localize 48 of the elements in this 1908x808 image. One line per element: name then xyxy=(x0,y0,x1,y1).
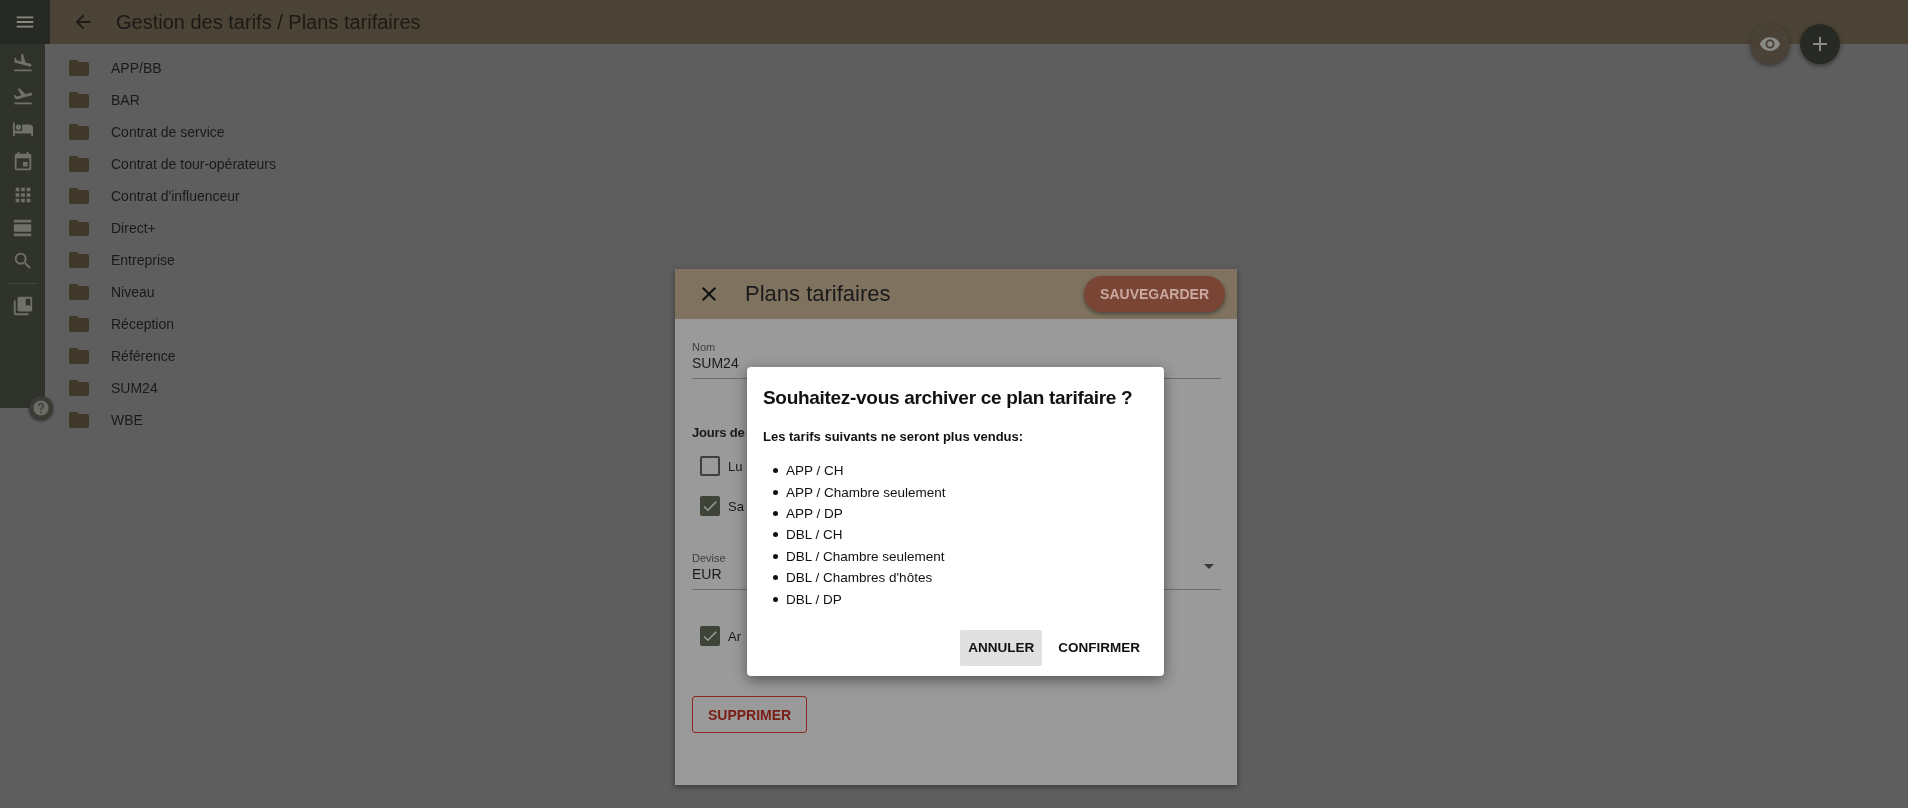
folder-name[interactable]: SUM24 xyxy=(111,380,158,396)
folder-name[interactable]: Contrat de service xyxy=(111,124,225,140)
section-heading: Jours de xyxy=(692,425,745,440)
dialog-title: Plans tarifaires xyxy=(745,281,892,307)
bullet-icon xyxy=(773,553,778,559)
help-button[interactable] xyxy=(29,396,53,420)
checkbox[interactable] xyxy=(700,456,720,476)
folder-name[interactable]: Niveau xyxy=(111,284,155,300)
landing-plane-icon[interactable] xyxy=(11,52,34,74)
folder-name[interactable]: Entreprise xyxy=(111,252,175,268)
bullet-icon xyxy=(773,532,778,538)
folder-name[interactable]: Contrat de tour-opérateurs xyxy=(111,156,276,172)
save-button[interactable]: SAUVEGARDER xyxy=(1084,276,1225,312)
dialog-text: Les tarifs suivants ne seront plus vendus: xyxy=(763,429,1025,444)
takeoff-plane-icon[interactable] xyxy=(11,85,34,107)
table-icon[interactable] xyxy=(11,217,34,239)
dialog-title: Souhaitez-vous archiver ce plan tarifaire ? xyxy=(763,387,1134,409)
bullet-icon xyxy=(773,468,778,474)
dialog-button[interactable]: CONFIRMER xyxy=(1050,629,1148,666)
add-button[interactable] xyxy=(1800,24,1840,64)
list-item: DBL / CH xyxy=(786,527,843,543)
dialog-button[interactable]: ANNULER xyxy=(960,629,1043,666)
list-item: APP / DP xyxy=(786,505,843,521)
list-item: DBL / Chambre seulement xyxy=(786,548,945,564)
folder-name[interactable]: Référence xyxy=(111,348,176,364)
folder-name[interactable]: BAR xyxy=(111,92,140,108)
checkbox[interactable] xyxy=(700,626,720,646)
list-item: APP / CH xyxy=(786,463,844,479)
folder-name[interactable]: WBE xyxy=(111,412,143,428)
checkbox-label: Sa xyxy=(728,498,744,514)
preview-button[interactable] xyxy=(1750,24,1790,64)
list-item: APP / Chambre seulement xyxy=(786,484,946,500)
bullet-icon xyxy=(773,489,778,495)
folder-name[interactable]: APP/BB xyxy=(111,60,162,76)
list-item: DBL / Chambres d'hôtes xyxy=(786,570,933,586)
folder-name[interactable]: Direct+ xyxy=(111,220,156,236)
bullet-icon xyxy=(773,510,778,516)
checkbox-label: Lu xyxy=(728,458,743,474)
folder-name[interactable]: Contrat d'influenceur xyxy=(111,188,240,204)
bullet-icon xyxy=(773,596,778,602)
bullet-icon xyxy=(773,575,778,581)
list-item: DBL / DP xyxy=(786,591,842,607)
bookmark-icon[interactable] xyxy=(11,295,34,317)
folder-name[interactable]: Réception xyxy=(111,316,175,332)
checkbox-label: Ar xyxy=(728,628,741,644)
checkbox[interactable] xyxy=(700,496,720,516)
dropdown-caret-icon xyxy=(1204,564,1214,569)
delete-button[interactable]: SUPPRIMER xyxy=(692,696,808,733)
